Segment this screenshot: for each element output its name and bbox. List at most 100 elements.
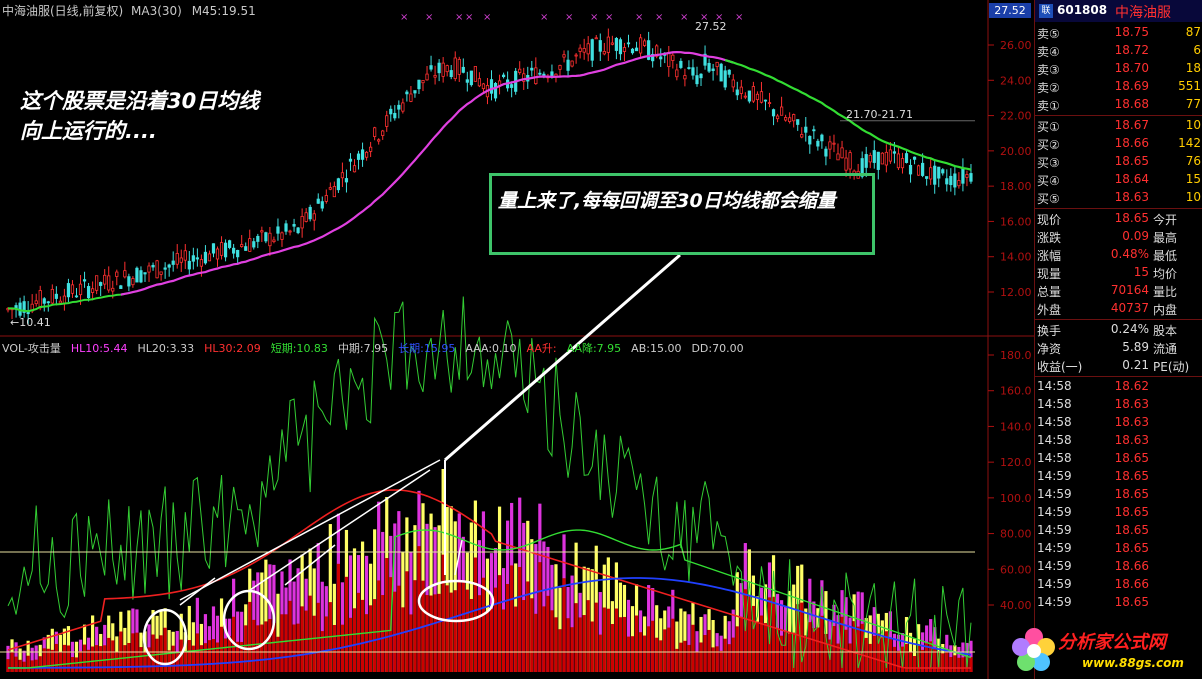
candle-body xyxy=(864,154,868,168)
sell-row-2-label: 卖② xyxy=(1037,81,1060,95)
quote-row-3-label: 现量 xyxy=(1037,267,1062,281)
candle-body xyxy=(796,119,800,125)
stock-code[interactable]: 601808 xyxy=(1057,3,1107,17)
candle-body xyxy=(614,37,619,51)
quote-row-1-label: 涨跌 xyxy=(1037,231,1062,245)
candle-body xyxy=(99,282,103,286)
volume-bar-base xyxy=(219,626,224,672)
candle-body xyxy=(804,126,808,133)
candle-body xyxy=(586,43,590,55)
quote-row-4-label2: 量比 xyxy=(1153,285,1178,299)
annotation-note-volume: 量上来了,每每回调至30日均线都会缩量 xyxy=(498,186,868,216)
candle-body xyxy=(324,195,328,202)
candle-body xyxy=(949,175,953,186)
buy-row-2-volume: 142 xyxy=(1178,136,1201,150)
price-axis-label-7: 12.00 xyxy=(1000,286,1032,299)
tick-row-4-value: 18.65 xyxy=(1114,451,1149,465)
quote-row-0: 现价 18.65 今开 xyxy=(1035,210,1202,228)
candle-body xyxy=(538,72,542,75)
candle-body xyxy=(808,135,812,145)
volume-bar-base xyxy=(445,585,449,672)
volume-bar-base xyxy=(542,606,546,672)
volume-bar-base xyxy=(562,578,566,672)
candle-body xyxy=(413,90,417,94)
sell-row-2-volume: 551 xyxy=(1178,79,1201,93)
volume-bar-base xyxy=(538,562,542,672)
tick-row-7: 14:59 18.65 xyxy=(1035,504,1202,522)
tick-row-2-label: 14:58 xyxy=(1037,415,1072,429)
candle-body xyxy=(675,69,679,78)
signal-marker-2: × xyxy=(455,12,463,23)
panel-separator xyxy=(1035,208,1202,209)
candle-body xyxy=(469,70,473,86)
candle-body xyxy=(211,243,216,254)
volume-bar-base xyxy=(896,650,901,672)
volume-bar-base xyxy=(352,608,357,672)
volume-bar-base xyxy=(667,627,671,672)
volume-bar-base xyxy=(812,628,816,672)
volume-bar-base xyxy=(788,633,792,672)
volume-bar-base xyxy=(566,618,570,672)
volume-bar-base xyxy=(183,651,187,672)
candle-body xyxy=(312,213,316,221)
volume-bar-base xyxy=(215,642,220,672)
candle-body xyxy=(356,153,361,160)
candle-body xyxy=(159,271,163,275)
candle-body xyxy=(953,173,957,188)
candle-body xyxy=(78,283,83,296)
vol-indicator-11: DD:70.00 xyxy=(691,342,744,355)
candle-body xyxy=(667,52,671,67)
candle-body xyxy=(316,198,320,204)
candle-body xyxy=(58,300,62,304)
candle-body xyxy=(276,226,280,234)
volume-bar-base xyxy=(969,657,973,672)
tick-row-12: 14:59 18.65 xyxy=(1035,594,1202,612)
candle-body xyxy=(240,244,244,248)
stock-name[interactable]: 中海油服 xyxy=(1115,2,1171,22)
volume-bar-base xyxy=(574,603,578,672)
candle-body xyxy=(493,82,498,99)
candle-body xyxy=(896,153,901,169)
volume-bar-base xyxy=(707,629,711,672)
tick-row-10-value: 18.66 xyxy=(1114,559,1149,573)
candle-body xyxy=(590,39,594,61)
candle-body xyxy=(292,224,296,227)
tick-row-7-label: 14:59 xyxy=(1037,505,1072,519)
signal-marker-10: × xyxy=(655,12,663,23)
volume-bar-base xyxy=(393,591,397,672)
quote-row-3-label2: 均价 xyxy=(1153,267,1178,281)
candle-body xyxy=(888,149,892,162)
tick-row-0-value: 18.62 xyxy=(1114,379,1149,393)
buy-row-2-label: 买② xyxy=(1037,138,1060,152)
candle-body xyxy=(397,104,401,110)
volume-bar-base xyxy=(739,616,743,672)
volume-bar-base xyxy=(961,657,965,672)
stat-row-0-value: 0.24% xyxy=(1110,322,1149,336)
volume-bar-base xyxy=(497,575,502,672)
price-axis-label-0: 26.00 xyxy=(1000,39,1032,52)
volume-bar-base xyxy=(953,655,957,672)
candle-body xyxy=(417,79,421,90)
tick-row-11: 14:59 18.66 xyxy=(1035,576,1202,594)
candle-body xyxy=(755,93,760,100)
candle-body xyxy=(961,167,965,184)
volume-bar-base xyxy=(477,595,482,672)
volume-bar-base xyxy=(945,652,949,672)
signal-marker-3: × xyxy=(465,12,473,23)
candle-body xyxy=(598,40,602,52)
candle-body xyxy=(107,275,111,291)
candle-body xyxy=(437,62,441,74)
candle-body xyxy=(534,67,538,85)
candle-body xyxy=(574,54,578,57)
candle-body xyxy=(405,91,409,95)
candle-body xyxy=(54,293,58,299)
volume-bar-base xyxy=(586,600,590,672)
candle-body xyxy=(691,67,695,76)
stat-row-2-label: 收益(一) xyxy=(1037,360,1083,374)
candle-body xyxy=(638,37,643,54)
candle-body xyxy=(433,74,437,78)
candle-body xyxy=(969,173,973,182)
candle-body xyxy=(191,255,195,262)
candle-body xyxy=(425,73,429,81)
candle-body xyxy=(42,298,46,304)
